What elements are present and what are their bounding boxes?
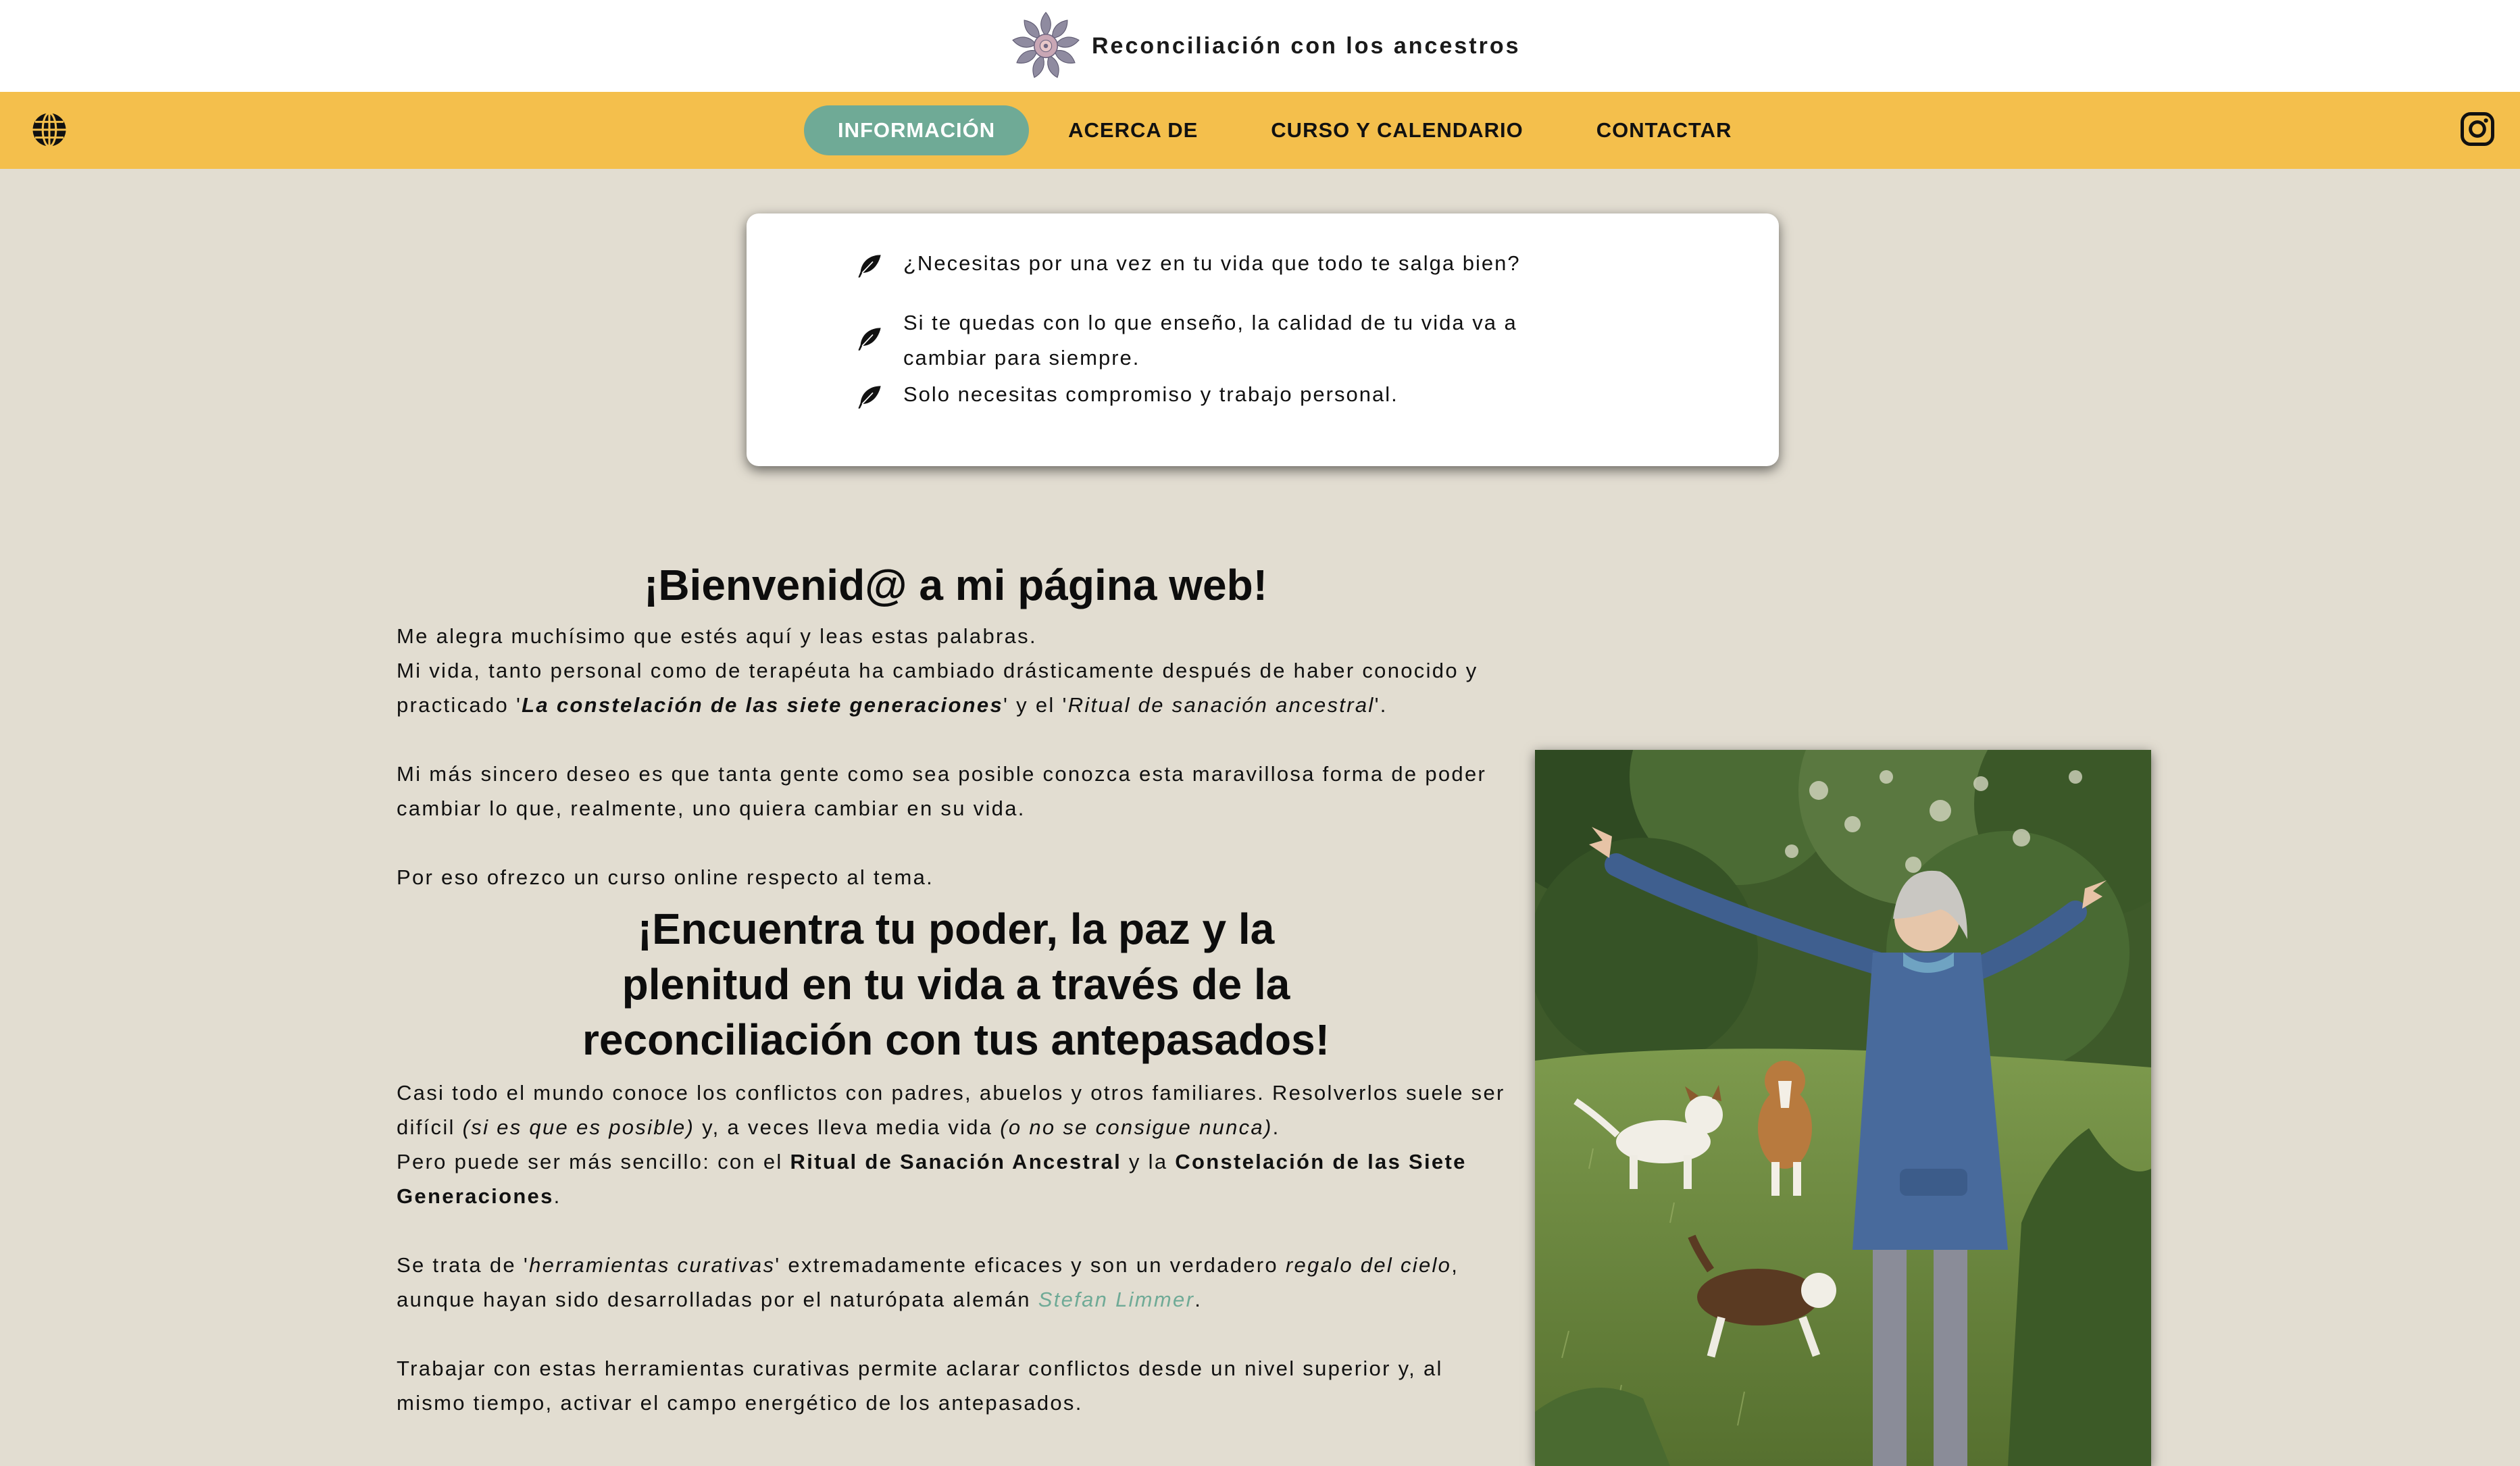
benefit-item: Si te quedas con lo que enseño, la calid…: [856, 305, 1579, 376]
mandala-logo-icon: [1012, 11, 1080, 78]
emphasis-text: (o no se consigue nunca): [1000, 1115, 1273, 1139]
nav-item-informacion[interactable]: INFORMACIÓN: [804, 105, 1030, 155]
welcome-heading: ¡Bienvenid@ a mi página web!: [644, 561, 1267, 609]
benefit-text: Solo necesitas compromiso y trabajo pers…: [903, 382, 1398, 406]
feather-icon: [858, 328, 881, 351]
body-text: Pero puede ser más sencillo: con el: [397, 1150, 790, 1173]
emphasis-text: regalo del cielo: [1285, 1253, 1452, 1277]
emphasis-text: (si es que es posible): [462, 1115, 695, 1139]
welcome-paragraph: Me alegra muchísimo que estés aquí y lea…: [397, 619, 1515, 722]
nav-item-contactar[interactable]: CONTACTAR: [1596, 105, 1732, 155]
benefit-text: ¿Necesitas por una vez en tu vida que to…: [903, 251, 1521, 275]
body-text: Se trata de ': [397, 1253, 530, 1277]
emphasis-text: herramientas curativas: [529, 1253, 776, 1277]
welcome-line: Me alegra muchísimo que estés aquí y lea…: [397, 624, 1037, 648]
feather-icon: [858, 255, 881, 278]
nav-item-curso-y-calendario[interactable]: CURSO Y CALENDARIO: [1271, 105, 1523, 155]
site-title: Reconciliación con los ancestros: [1092, 32, 1521, 59]
main-nav: INFORMACIÓN ACERCA DE CURSO Y CALENDARIO…: [0, 92, 2520, 169]
body-text: ' extremadamente eficaces y son un verda…: [775, 1253, 1286, 1277]
nav-menu: INFORMACIÓN ACERCA DE CURSO Y CALENDARIO…: [804, 105, 1732, 155]
energy-paragraph: Trabajar con estas herramientas curativa…: [397, 1357, 1443, 1415]
emphasis-text: La constelación de las siete generacione…: [522, 693, 1004, 717]
conflicts-paragraph: Casi todo el mundo conoce los conflictos…: [397, 1076, 1515, 1213]
benefit-item: Solo necesitas compromiso y trabajo pers…: [856, 380, 1579, 412]
welcome-text: ' y el ': [1003, 693, 1068, 717]
stefan-limmer-link[interactable]: Stefan Limmer: [1038, 1288, 1194, 1311]
instagram-icon[interactable]: [2459, 111, 2496, 147]
strong-text: Ritual de Sanación Ancestral: [790, 1150, 1122, 1173]
site-header: Reconciliación con los ancestros: [0, 0, 2520, 92]
brand[interactable]: Reconciliación con los ancestros: [1009, 7, 1521, 85]
benefit-item: ¿Necesitas por una vez en tu vida que to…: [856, 249, 1579, 281]
emphasis-text: Ritual de sanación ancestral: [1067, 693, 1375, 717]
nav-item-acerca-de[interactable]: ACERCA DE: [1068, 105, 1198, 155]
course-paragraph: Por eso ofrezco un curso online respecto…: [397, 865, 934, 889]
main-content: ¡Bienvenid@ a mi página web! Me alegra m…: [397, 551, 1515, 1420]
welcome-text: '.: [1374, 693, 1388, 717]
benefit-text: Si te quedas con lo que enseño, la calid…: [903, 311, 1517, 370]
body-text: .: [1194, 1288, 1203, 1311]
body-text: .: [1272, 1115, 1280, 1139]
therapist-photo: [1535, 750, 2151, 1466]
photo-illustration: [1535, 750, 2151, 1466]
body-text: y la: [1122, 1150, 1176, 1173]
globe-icon[interactable]: [30, 111, 68, 149]
wish-paragraph: Mi más sincero deseo es que tanta gente …: [397, 762, 1487, 820]
body-text: .: [553, 1184, 561, 1208]
benefits-card: ¿Necesitas por una vez en tu vida que to…: [747, 213, 1779, 466]
feather-icon: [858, 386, 881, 409]
body-text: y, a veces lleva media vida: [695, 1115, 1001, 1139]
tools-paragraph: Se trata de 'herramientas curativas' ext…: [397, 1248, 1515, 1317]
section-heading: ¡Encuentra tu poder, la paz y la plenitu…: [582, 905, 1330, 1064]
